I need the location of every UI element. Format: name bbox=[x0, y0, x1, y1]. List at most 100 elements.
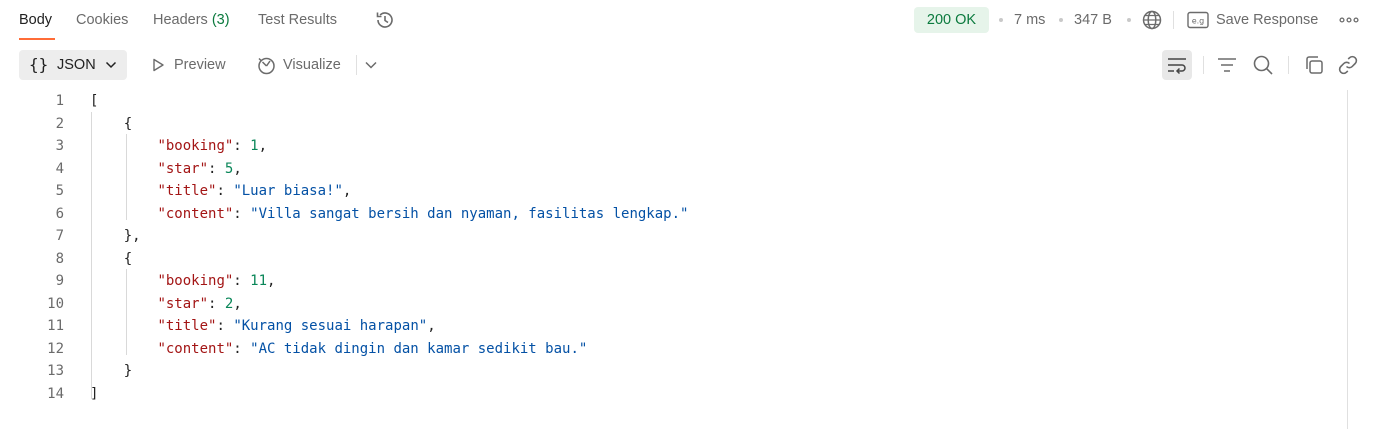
tab-cookies-label: Cookies bbox=[76, 12, 129, 28]
toolbar-divider bbox=[1203, 56, 1204, 74]
line-number: 10 bbox=[47, 295, 64, 312]
toolbar-divider bbox=[1173, 11, 1174, 29]
copy-icon[interactable] bbox=[1303, 54, 1325, 76]
headers-count: (3) bbox=[211, 12, 230, 28]
json-key: "star" bbox=[157, 295, 209, 312]
more-options-icon[interactable] bbox=[1339, 14, 1359, 26]
line-number: 4 bbox=[55, 160, 64, 177]
globe-icon[interactable] bbox=[1141, 9, 1163, 31]
svg-text:e.g: e.g bbox=[1192, 17, 1205, 26]
body-toolbar: {} JSON Preview Visualize bbox=[0, 40, 1384, 90]
format-select[interactable]: {} JSON bbox=[19, 50, 127, 80]
json-string: "Luar biasa!" bbox=[233, 183, 343, 199]
response-body-editor[interactable]: 1 [2 {3 "booking": 1, 4 "star": 5, 5 "title": "… bbox=[0, 90, 1348, 429]
json-key: "content" bbox=[157, 205, 234, 222]
search-icon[interactable] bbox=[1252, 54, 1274, 76]
response-time[interactable]: 7 ms bbox=[1014, 0, 1045, 40]
code-line: { bbox=[124, 248, 132, 270]
json-punctuation: { bbox=[123, 115, 133, 132]
editor-scrollbar[interactable] bbox=[1347, 90, 1348, 429]
code-line: "content": "Villa sangat bersih dan nyam… bbox=[157, 203, 688, 225]
code-line: "booking": 1, bbox=[157, 135, 267, 157]
visualize-button[interactable]: Visualize bbox=[255, 40, 351, 90]
json-punctuation: : bbox=[208, 295, 225, 312]
status-badge[interactable]: 200 OK bbox=[914, 7, 989, 33]
link-icon[interactable] bbox=[1337, 54, 1359, 76]
json-punctuation: , bbox=[342, 183, 352, 199]
code-line: "star": 2, bbox=[157, 293, 241, 315]
wrap-lines-button[interactable] bbox=[1162, 50, 1192, 80]
json-key: "booking" bbox=[157, 273, 234, 289]
line-number: 1 bbox=[55, 93, 64, 109]
code-line: "title": "Luar biasa!", bbox=[157, 180, 351, 202]
json-punctuation: : bbox=[208, 160, 225, 177]
tab-headers[interactable]: Headers (3) bbox=[153, 0, 230, 40]
json-punctuation: , bbox=[233, 295, 242, 312]
json-punctuation: { bbox=[123, 250, 133, 267]
code-line: { bbox=[124, 113, 132, 135]
json-punctuation: [ bbox=[90, 93, 99, 109]
meta-separator-dot bbox=[999, 18, 1003, 22]
visualize-icon bbox=[258, 57, 275, 75]
json-punctuation: : bbox=[233, 138, 251, 154]
json-punctuation: : bbox=[216, 183, 234, 199]
line-number: 8 bbox=[55, 250, 64, 267]
play-icon bbox=[153, 58, 164, 72]
save-example-icon: e.g bbox=[1187, 11, 1209, 29]
json-punctuation: , bbox=[267, 273, 276, 289]
json-key: "content" bbox=[157, 340, 234, 357]
line-number: 14 bbox=[47, 385, 64, 402]
json-punctuation: , bbox=[258, 138, 268, 154]
json-key: "title" bbox=[157, 318, 217, 334]
meta-separator-dot bbox=[1059, 18, 1063, 22]
save-response-button[interactable]: e.g Save Response bbox=[1187, 0, 1332, 40]
json-punctuation: , bbox=[233, 160, 242, 177]
line-number: 6 bbox=[55, 205, 64, 222]
json-number: 11 bbox=[250, 273, 268, 289]
json-punctuation: , bbox=[427, 318, 436, 334]
code-line: "booking": 11, bbox=[157, 270, 275, 292]
indent-guide bbox=[91, 112, 92, 399]
tab-cookies[interactable]: Cookies bbox=[76, 0, 128, 40]
json-key: "title" bbox=[157, 183, 217, 199]
indent-guide bbox=[126, 269, 127, 355]
response-size[interactable]: 347 B bbox=[1074, 0, 1112, 40]
preview-button[interactable]: Preview bbox=[148, 40, 238, 90]
json-key: "booking" bbox=[157, 138, 234, 154]
toolbar-divider bbox=[1288, 56, 1289, 74]
filter-icon[interactable] bbox=[1216, 54, 1238, 76]
json-string: "Villa sangat bersih dan nyaman, fasilit… bbox=[250, 205, 689, 222]
tab-test-results-label: Test Results bbox=[258, 12, 337, 28]
preview-label: Preview bbox=[174, 57, 226, 73]
json-punctuation: : bbox=[233, 340, 251, 357]
json-number: 1 bbox=[250, 138, 259, 154]
wrap-lines-icon bbox=[1168, 58, 1186, 75]
code-line: "star": 5, bbox=[157, 158, 241, 180]
line-number: 7 bbox=[55, 228, 64, 244]
line-number: 11 bbox=[47, 318, 64, 334]
line-number: 2 bbox=[55, 115, 64, 132]
tab-test-results[interactable]: Test Results bbox=[258, 0, 337, 40]
json-punctuation: } bbox=[123, 363, 133, 379]
code-line: } bbox=[124, 360, 132, 382]
json-punctuation: : bbox=[233, 205, 251, 222]
code-line: "title": "Kurang sesuai harapan", bbox=[157, 315, 435, 337]
json-key: "star" bbox=[157, 160, 209, 177]
indent-guide bbox=[126, 134, 127, 220]
response-tabs-bar: Body Cookies Headers (3) Test Results 20… bbox=[0, 0, 1384, 40]
history-icon[interactable] bbox=[374, 9, 396, 31]
meta-separator-dot bbox=[1127, 18, 1131, 22]
code-line: [ bbox=[90, 90, 98, 112]
format-label: JSON bbox=[57, 57, 96, 73]
code-line: "content": "AC tidak dingin dan kamar se… bbox=[157, 338, 587, 360]
tab-body[interactable]: Body bbox=[19, 0, 52, 40]
line-number: 12 bbox=[47, 340, 64, 357]
json-string: "Kurang sesuai harapan" bbox=[233, 318, 428, 334]
line-number: 5 bbox=[55, 183, 64, 199]
json-punctuation: : bbox=[216, 318, 234, 334]
code-line: }, bbox=[124, 225, 141, 247]
visualize-dropdown-chevron-icon[interactable] bbox=[364, 60, 378, 70]
tab-body-label: Body bbox=[19, 12, 53, 28]
json-punctuation: : bbox=[233, 273, 251, 289]
tab-headers-label: Headers bbox=[153, 12, 208, 28]
